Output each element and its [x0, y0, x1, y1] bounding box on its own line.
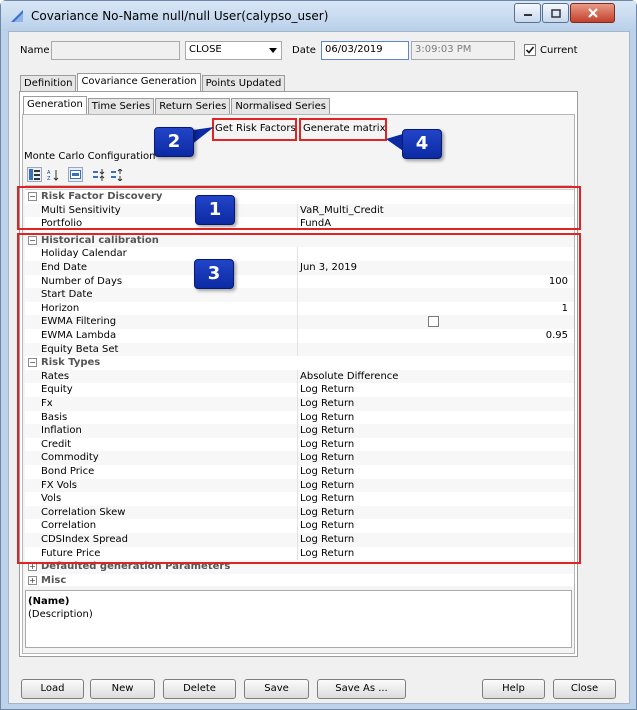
callout-badge-4: 4: [402, 129, 442, 159]
callout-badge-2: 2: [154, 127, 194, 157]
close-icon: [587, 8, 598, 18]
checkmark-icon: [525, 46, 535, 54]
subtab-normalised-series[interactable]: Normalised Series: [231, 98, 330, 115]
name-input[interactable]: [51, 41, 180, 60]
categorized-view-button[interactable]: [27, 167, 42, 182]
title-bar: Covariance No-Name null/null User(calyps…: [1, 1, 636, 31]
description-pane: (Name) (Description): [25, 590, 572, 648]
sort-button[interactable]: AZ: [45, 167, 60, 182]
maximize-button[interactable]: [542, 3, 569, 23]
type-select-value: CLOSE: [189, 44, 222, 55]
subtab-generation[interactable]: Generation: [23, 96, 87, 115]
callout-badge-1: 1: [195, 195, 235, 225]
current-checkbox[interactable]: [524, 44, 536, 56]
name-label: Name: [20, 45, 50, 56]
collapse-all-icon: [110, 168, 122, 181]
description-name: (Name): [28, 596, 70, 607]
load-button[interactable]: Load: [21, 679, 84, 699]
type-select[interactable]: CLOSE: [185, 41, 282, 60]
expand-all-icon: [92, 168, 104, 181]
expand-all-button[interactable]: [91, 167, 106, 182]
delete-button[interactable]: Delete: [163, 679, 236, 699]
subtab-return-series[interactable]: Return Series: [155, 98, 231, 115]
collapse-all-button[interactable]: [109, 167, 124, 182]
expand-icon[interactable]: +: [28, 575, 37, 585]
category-row[interactable]: + Misc: [25, 574, 574, 588]
window-title: Covariance No-Name null/null User(calyps…: [31, 9, 329, 23]
new-button[interactable]: New: [90, 679, 155, 699]
highlight-box-get-risk-factors: [212, 118, 297, 141]
subtab-time-series[interactable]: Time Series: [87, 98, 155, 115]
minimize-icon: [523, 14, 532, 16]
save-button[interactable]: Save: [244, 679, 309, 699]
time-input[interactable]: 3:09:03 PM: [411, 41, 515, 60]
description-toggle-button[interactable]: [68, 167, 83, 182]
highlight-box-historical-calibration: [17, 233, 581, 564]
help-button[interactable]: Help: [482, 679, 545, 699]
date-input[interactable]: 06/03/2019: [321, 41, 409, 60]
save-as-button[interactable]: Save As ...: [317, 679, 406, 699]
current-label: Current: [540, 45, 578, 56]
close-window-button[interactable]: [570, 3, 615, 23]
tab-definition[interactable]: Definition: [20, 75, 77, 92]
tab-points-updated[interactable]: Points Updated: [201, 75, 286, 92]
callout-badge-3: 3: [194, 259, 234, 289]
categorized-icon: [29, 169, 40, 180]
category-title: Misc: [41, 574, 67, 586]
highlight-box-risk-factor-discovery: [17, 186, 581, 230]
app-icon: [11, 10, 23, 22]
tab-covariance-generation[interactable]: Covariance Generation: [77, 73, 201, 92]
sub-tab-bar: Generation Time Series Return Series Nor…: [23, 96, 331, 115]
main-tab-bar: Definition Covariance Generation Points …: [20, 73, 286, 92]
description-icon: [70, 170, 81, 179]
maximize-icon: [550, 8, 561, 18]
description-text: (Description): [28, 609, 93, 620]
svg-text:Z: Z: [47, 176, 51, 181]
date-label: Date: [292, 45, 316, 56]
section-title: Monte Carlo Configuration: [24, 151, 156, 162]
covariance-window: Covariance No-Name null/null User(calyps…: [0, 0, 637, 710]
minimize-button[interactable]: [514, 3, 541, 23]
chevron-down-icon: [269, 48, 277, 53]
sort-az-icon: AZ: [47, 169, 58, 181]
highlight-box-generate-matrix: [299, 118, 387, 141]
close-button[interactable]: Close: [553, 679, 616, 699]
